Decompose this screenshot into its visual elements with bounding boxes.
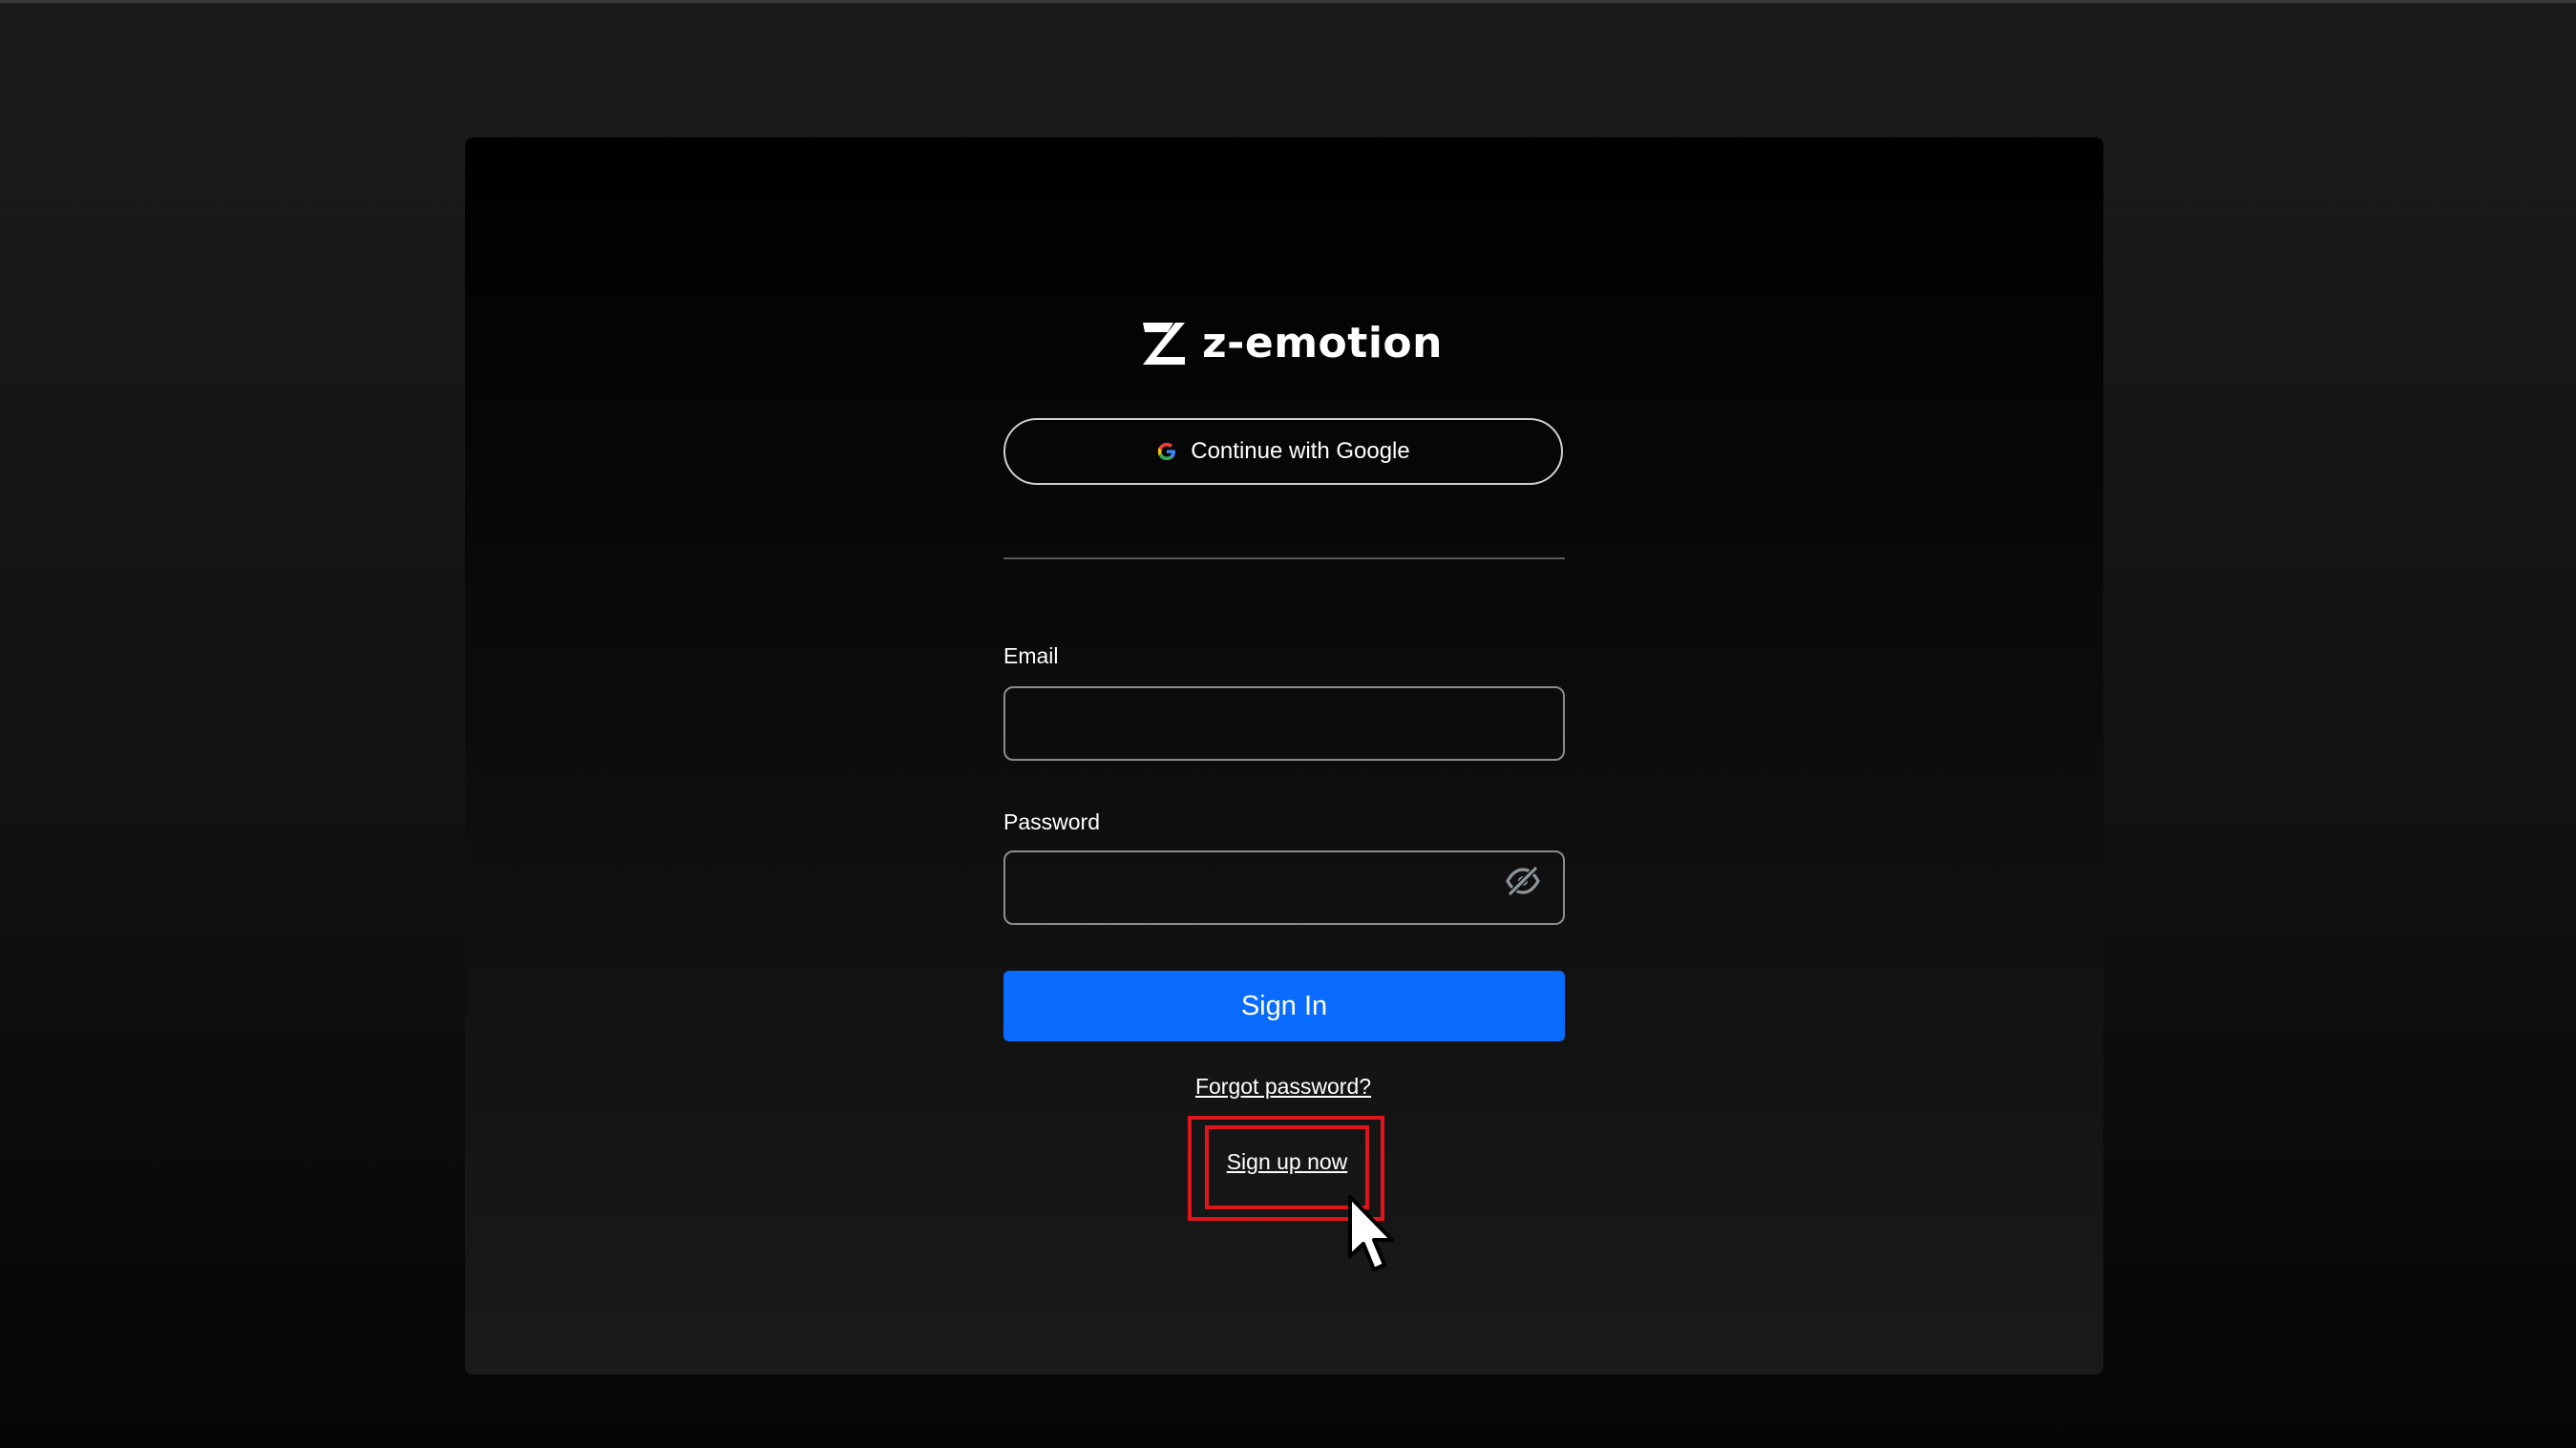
password-label: Password xyxy=(1003,809,1100,834)
password-input[interactable] xyxy=(1003,850,1565,925)
window-top-edge xyxy=(0,0,2576,3)
mouse-pointer-icon xyxy=(1348,1195,1394,1271)
divider xyxy=(1003,557,1565,559)
email-label: Email xyxy=(1003,643,1059,668)
email-input[interactable] xyxy=(1003,686,1565,761)
sign-in-label: Sign In xyxy=(1240,990,1328,1021)
sign-in-button[interactable]: Sign In xyxy=(1003,971,1565,1041)
mouse-pointer xyxy=(1346,1193,1407,1275)
brand-logo: z-emotion xyxy=(1139,315,1443,372)
toggle-password-visibility-button[interactable] xyxy=(1504,865,1542,897)
eye-off-icon xyxy=(1506,866,1540,896)
continue-with-google-button[interactable]: Continue with Google xyxy=(1003,418,1563,485)
z-logo-icon xyxy=(1143,323,1185,365)
forgot-password-link[interactable]: Forgot password? xyxy=(1192,1074,1375,1100)
google-icon xyxy=(1158,442,1176,461)
continue-with-google-label: Continue with Google xyxy=(1191,438,1410,464)
sign-up-now-link[interactable]: Sign up now xyxy=(1205,1149,1369,1175)
brand-name: z-emotion xyxy=(1202,319,1443,367)
